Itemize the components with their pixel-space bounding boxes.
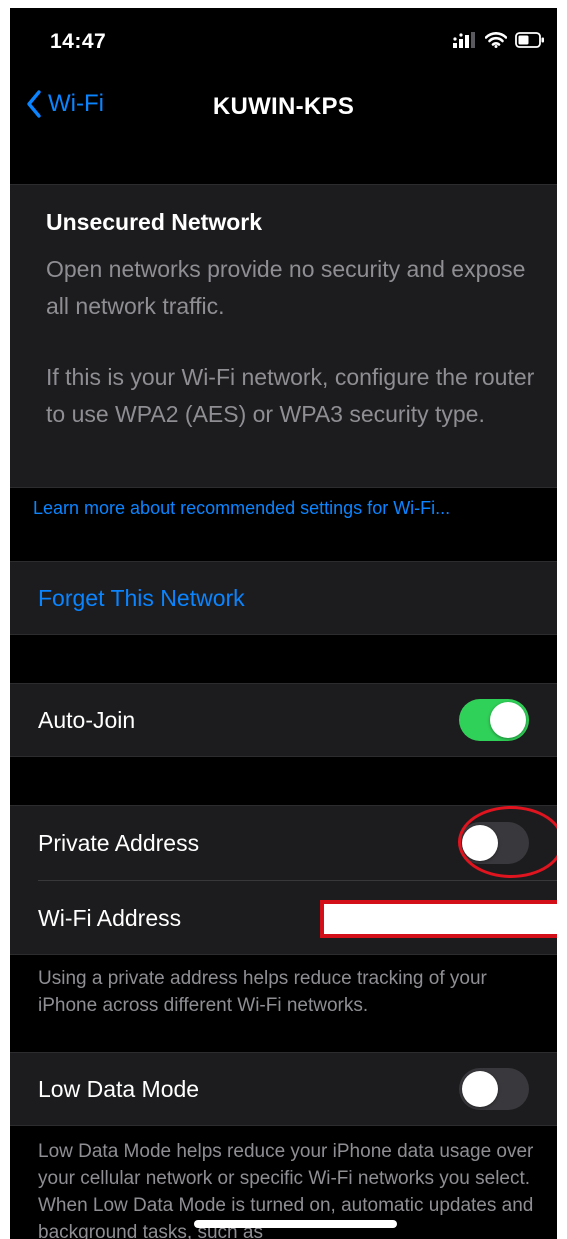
home-indicator[interactable]: [194, 1220, 397, 1228]
notice-body-secondary: If this is your Wi-Fi network, configure…: [46, 364, 535, 427]
private-address-footnote: Using a private address helps reduce tra…: [38, 968, 487, 1016]
unsecured-network-notice: Unsecured Network Open networks provide …: [10, 184, 557, 488]
status-time: 14:47: [50, 30, 107, 53]
learn-more-link[interactable]: Learn more about recommended settings fo…: [33, 498, 450, 519]
notice-body: Open networks provide no security and ex…: [46, 256, 526, 319]
cellular-signal-icon: [453, 32, 475, 48]
page-title: KUWIN-KPS: [212, 93, 355, 120]
phone-screen: 14:47 Wi-Fi KUWIN-KPS Unsecured Network …: [10, 8, 557, 1239]
battery-icon: [515, 32, 544, 48]
toggle-knob: [462, 825, 498, 861]
wifi-address-label: Wi-Fi Address: [38, 904, 182, 931]
wifi-icon: [485, 32, 507, 48]
wifi-address-redaction: [320, 900, 557, 938]
status-bar: 14:47: [10, 8, 557, 78]
forget-network-label: Forget This Network: [38, 584, 245, 611]
auto-join-row: Auto-Join: [10, 683, 557, 757]
auto-join-label: Auto-Join: [38, 706, 136, 733]
private-address-toggle[interactable]: [459, 822, 529, 864]
notice-title: Unsecured Network: [46, 209, 263, 235]
status-icons: [453, 32, 545, 48]
private-address-label: Private Address: [38, 829, 200, 856]
navigation-bar: Wi-Fi KUWIN-KPS: [10, 78, 557, 138]
auto-join-toggle[interactable]: [459, 699, 529, 741]
toggle-knob: [490, 702, 526, 738]
forget-network-button[interactable]: Forget This Network: [10, 561, 557, 635]
toggle-knob: [462, 1071, 498, 1107]
low-data-mode-toggle[interactable]: [459, 1068, 529, 1110]
low-data-mode-label: Low Data Mode: [38, 1075, 200, 1102]
private-address-row: Private Address: [10, 806, 557, 880]
low-data-mode-row: Low Data Mode: [10, 1052, 557, 1126]
